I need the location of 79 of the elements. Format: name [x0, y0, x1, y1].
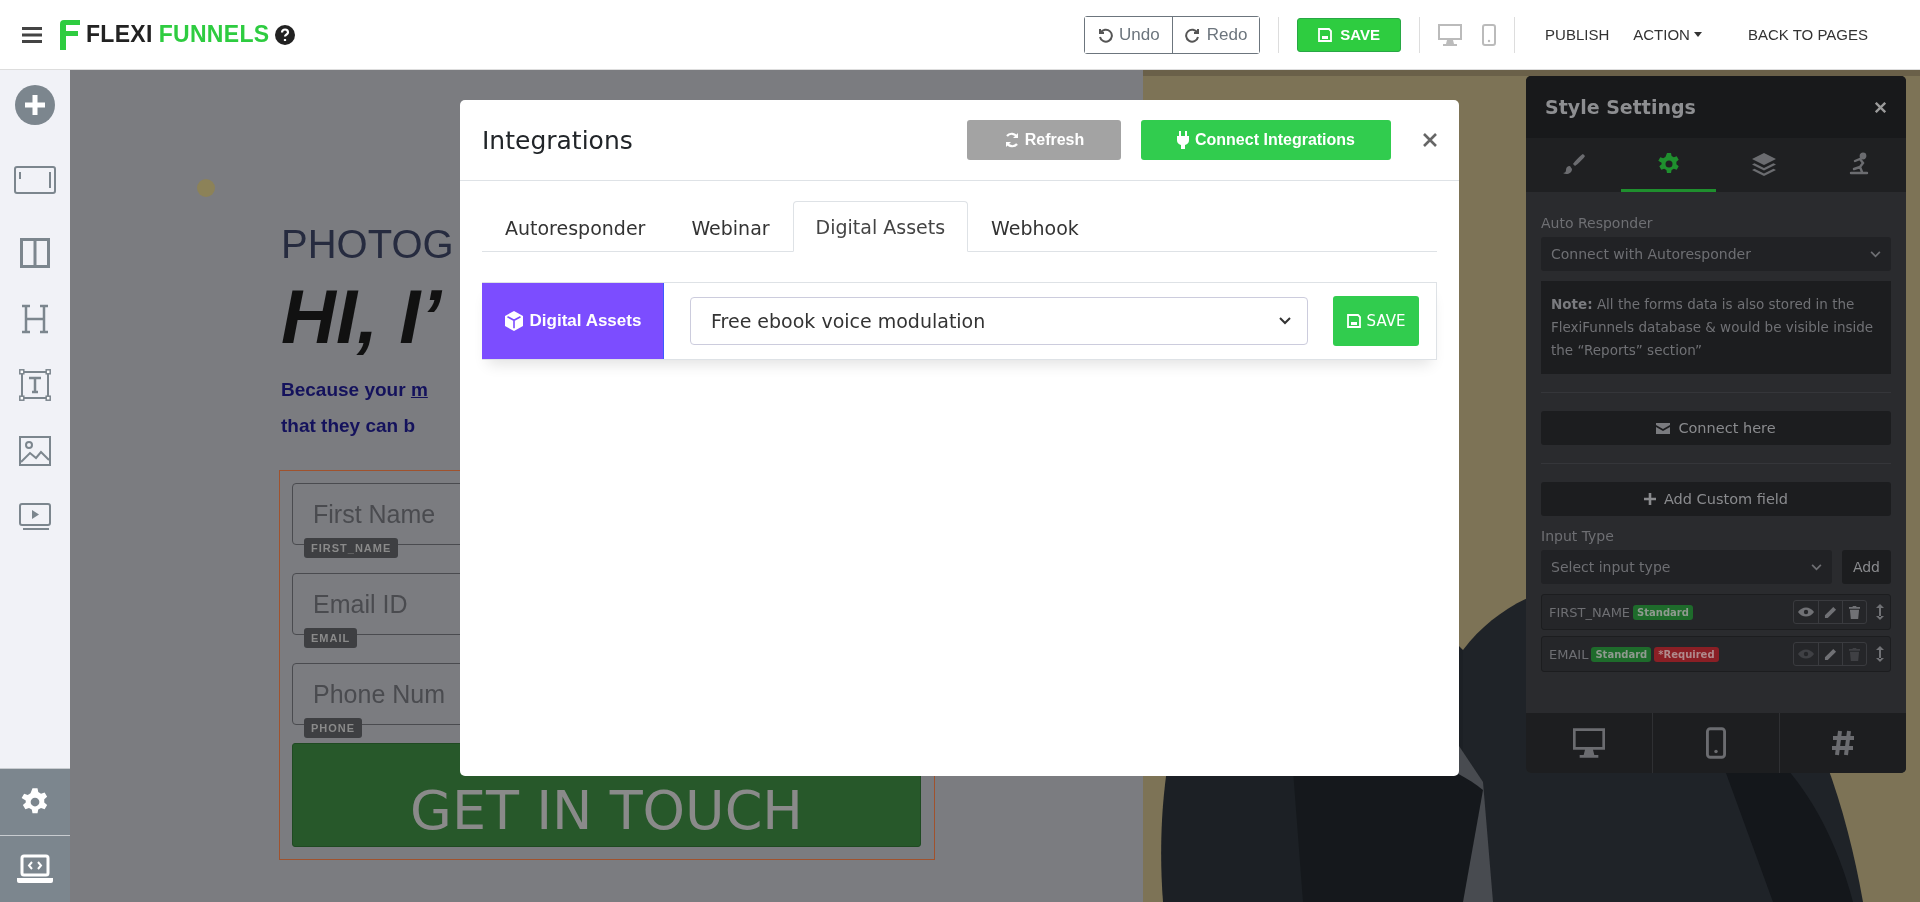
- heading-icon: [21, 304, 49, 334]
- field-name: EMAIL: [1549, 646, 1589, 662]
- dialog-title: Integrations: [482, 125, 633, 155]
- field-tag: PHONE: [304, 718, 363, 739]
- envelope-icon: [1656, 422, 1671, 434]
- cube-icon: [503, 311, 524, 331]
- note-text: Note: All the forms data is also stored in the FlexiFunnels database & would be visible inside the “Reports” section”: [1541, 281, 1891, 374]
- eye-icon: [1798, 607, 1814, 617]
- add-icon: [15, 85, 55, 125]
- logo-icon: [60, 19, 80, 50]
- field-label: Auto Responder: [1541, 215, 1654, 231]
- asset-select[interactable]: Free ebook voice modulation: [690, 297, 1308, 345]
- image-icon: [19, 436, 51, 466]
- field-tag: Standard: [1591, 646, 1652, 662]
- floppy-icon: [1346, 314, 1361, 328]
- text-link[interactable]: m: [410, 379, 428, 401]
- digital-assets-label: Digital Assets: [482, 283, 664, 359]
- move-icon: [1876, 604, 1884, 620]
- decoration-dot: [196, 178, 216, 198]
- pencil-icon: [1824, 647, 1837, 661]
- undo-icon: [1097, 26, 1114, 43]
- tab[interactable]: Webinar: [668, 201, 793, 252]
- floppy-icon: [1318, 27, 1333, 42]
- menu-item[interactable]: BACK TO PAGES: [1735, 26, 1880, 43]
- tab[interactable]: Digital Assets: [792, 201, 969, 252]
- trash-icon: [1849, 647, 1860, 661]
- close-icon: [1875, 101, 1886, 113]
- close-icon: [1423, 133, 1437, 147]
- add-custom-field-button[interactable]: Add Custom field: [1541, 482, 1891, 516]
- tab[interactable]: Autoresponder: [482, 201, 669, 252]
- redo-icon: [1184, 26, 1201, 43]
- field-label: Input Type: [1541, 528, 1615, 544]
- panel-title: Style Settings: [1545, 96, 1696, 118]
- field-tag: *Required: [1654, 646, 1719, 662]
- columns-icon: [20, 238, 50, 268]
- plug-icon: [1177, 131, 1189, 149]
- plus-icon: [1643, 493, 1656, 505]
- intro-text: that they can b: [281, 414, 416, 439]
- tab[interactable]: Webhook: [968, 201, 1102, 252]
- hash-icon: [1831, 730, 1855, 756]
- video-icon: [19, 503, 51, 531]
- field-tag: Standard: [1633, 604, 1693, 620]
- eye-icon: [1798, 649, 1814, 659]
- refresh-icon: [1003, 132, 1020, 148]
- caret-icon: [1693, 32, 1702, 37]
- move-icon: [1876, 646, 1884, 662]
- connect-here-button[interactable]: Connect here: [1541, 411, 1891, 445]
- menu-icon: [22, 25, 42, 44]
- intro-text: Because your m: [281, 379, 428, 401]
- layers-icon: [1750, 151, 1777, 176]
- desktop-icon: [1438, 23, 1463, 46]
- input-type-select[interactable]: Select input type: [1541, 550, 1832, 584]
- close-button[interactable]: [1875, 101, 1886, 113]
- redo-button[interactable]: Redo: [1171, 16, 1260, 53]
- chevron-down-icon: [1810, 563, 1822, 571]
- field-tag: FIRST_NAME: [304, 538, 399, 559]
- headline: HI, I’: [281, 273, 442, 361]
- help-icon: [275, 24, 296, 45]
- brush-icon: [1561, 151, 1586, 176]
- mobile-icon: [1482, 23, 1497, 46]
- field-tag: EMAIL: [304, 628, 358, 649]
- logo-text: FLEXI FUNNELS: [86, 21, 270, 48]
- pencil-icon: [1824, 605, 1837, 619]
- mobile-icon: [1706, 727, 1726, 759]
- chevron-down-icon: [1870, 250, 1881, 258]
- add-button[interactable]: Add: [1841, 550, 1891, 584]
- text-box-icon: [19, 369, 51, 401]
- trash-icon: [1849, 605, 1860, 619]
- desktop-icon: [1573, 728, 1605, 758]
- autoresponder-select[interactable]: Connect with Autoresponder: [1541, 237, 1891, 271]
- chevron-down-icon: [1279, 317, 1291, 325]
- close-button[interactable]: [1423, 133, 1437, 147]
- settings-icon: [1656, 151, 1681, 176]
- code-laptop-icon: [17, 854, 53, 884]
- menu-item[interactable]: ACTION: [1621, 26, 1714, 43]
- menu-item[interactable]: PUBLISH: [1533, 26, 1622, 43]
- eyebrow-text: PHOTOG: [281, 222, 454, 267]
- section-icon: [14, 166, 56, 194]
- field-name: FIRST_NAME: [1549, 604, 1631, 620]
